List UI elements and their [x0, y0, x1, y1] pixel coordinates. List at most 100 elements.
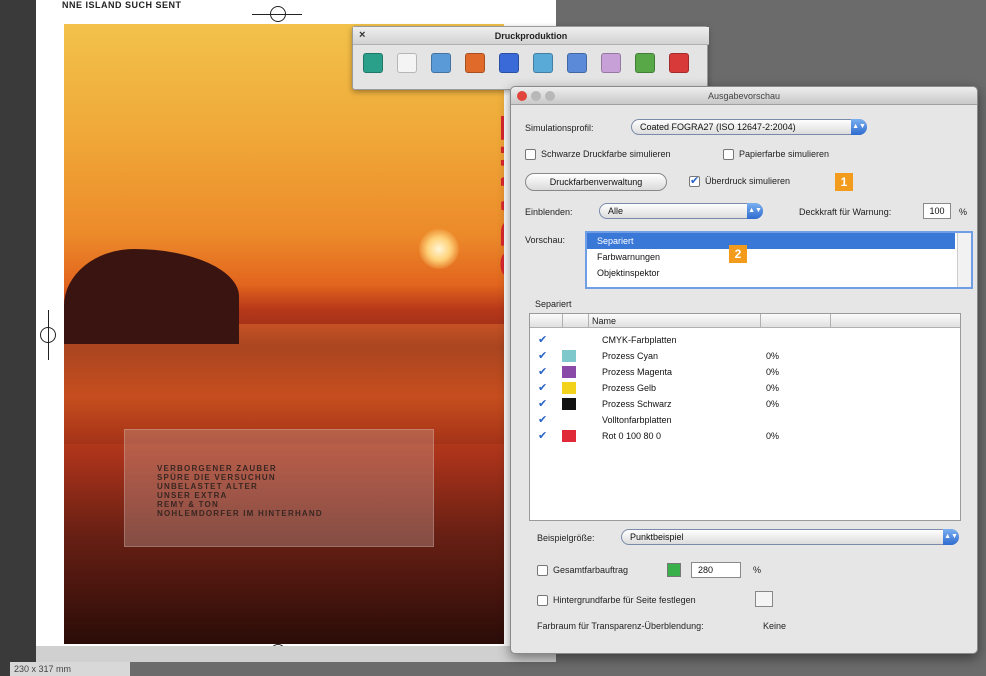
document-size-status: 230 x 317 mm — [10, 662, 130, 676]
simulationsprofil-value: Coated FOGRA27 (ISO 12647-2:2004) — [640, 122, 796, 132]
vorschau-list[interactable]: Separiert Farbwarnungen Objektinspektor — [585, 231, 973, 289]
pdf-icon[interactable] — [669, 53, 689, 73]
text-frame-line: UNBELASTET ALTER — [157, 482, 258, 491]
separation-percent: 0% — [766, 399, 780, 409]
beispielgroesse-value: Punktbeispiel — [630, 532, 684, 542]
vorschau-item-farbwarnungen[interactable]: Farbwarnungen — [587, 249, 955, 265]
close-icon[interactable]: × — [359, 29, 365, 41]
checkmark-icon[interactable]: ✔ — [538, 415, 547, 426]
column-divider — [830, 314, 831, 328]
farbraum-value: Keine — [763, 621, 787, 631]
column-divider — [562, 314, 563, 328]
farbraum-label: Farbraum für Transparenz-Überblendung: — [537, 621, 704, 631]
gesamtfarbauftrag-swatch[interactable] — [667, 563, 681, 577]
color-swatch — [562, 430, 576, 442]
separation-row[interactable]: ✔ Rot 0 100 80 0 0% — [530, 428, 960, 444]
chevron-updown-icon: ▲▼ — [943, 529, 959, 545]
hintergrundfarbe-checkbox[interactable] — [537, 595, 548, 606]
dialog-titlebar: Ausgabevorschau — [511, 87, 977, 105]
deckkraft-label: Deckkraft für Warnung: — [799, 207, 892, 217]
text-frame[interactable]: VERBORGENER ZAUBER SPÜRE DIE VERSUCHUN UNB… — [124, 429, 434, 547]
separation-row[interactable]: ✔ Prozess Schwarz 0% — [530, 396, 960, 412]
edit-pen-icon[interactable] — [601, 53, 621, 73]
vertical-title: SPANIE — [444, 64, 504, 284]
separation-row[interactable]: ✔ Volltonfarbplatten — [530, 412, 960, 428]
name-column-header[interactable]: Name — [592, 314, 616, 328]
left-gutter — [0, 0, 36, 676]
checkmark-icon[interactable]: ✔ — [538, 367, 547, 378]
gesamtfarbauftrag-label: Gesamtfarbauftrag — [553, 565, 629, 575]
schwarze-druckfarbe-label: Schwarze Druckfarbe simulieren — [541, 149, 671, 159]
deckkraft-field[interactable]: 100 — [923, 203, 951, 219]
chevron-updown-icon: ▲▼ — [747, 203, 763, 219]
separation-name: Prozess Magenta — [602, 367, 673, 377]
gesamtfarbauftrag-field[interactable]: 280 — [691, 562, 741, 578]
schwarze-druckfarbe-checkbox[interactable] — [525, 149, 536, 160]
beispielgroesse-select[interactable]: Punktbeispiel ▲▼ — [621, 529, 959, 545]
checkmark-icon[interactable]: ✔ — [538, 399, 547, 410]
hintergrundfarbe-swatch[interactable] — [755, 591, 773, 607]
separation-name: CMYK-Farbplatten — [602, 335, 677, 345]
checkmark-icon[interactable]: ✔ — [538, 431, 547, 442]
callout-badge-2: 2 — [729, 245, 747, 263]
registration-circle-top — [270, 6, 286, 22]
druckfarbenverwaltung-button[interactable]: Druckfarbenverwaltung — [525, 173, 667, 191]
flatten-icon[interactable] — [635, 53, 655, 73]
checkmark-icon[interactable]: ✔ — [538, 335, 547, 346]
separation-row[interactable]: ✔ Prozess Magenta 0% — [530, 364, 960, 380]
color-swatch — [562, 366, 576, 378]
separation-row[interactable]: ✔ CMYK-Farbplatten — [530, 332, 960, 348]
trim-icon[interactable] — [533, 53, 553, 73]
fix-hairlines-icon[interactable] — [567, 53, 587, 73]
registration-circle-left — [40, 327, 56, 343]
text-frame-line: VERBORGENER ZAUBER — [157, 464, 277, 473]
separation-row[interactable]: ✔ Prozess Gelb 0% — [530, 380, 960, 396]
separation-percent: 0% — [766, 367, 780, 377]
separations-header: Name — [530, 314, 960, 328]
gesamtfarbauftrag-checkbox[interactable] — [537, 565, 548, 576]
rock-island — [64, 249, 239, 344]
papierfarbe-checkbox[interactable] — [723, 149, 734, 160]
text-frame-line: SPÜRE DIE VERSUCHUN — [157, 473, 276, 482]
separation-name: Prozess Gelb — [602, 383, 657, 393]
separation-name: Prozess Cyan — [602, 351, 659, 361]
vertical-title-text: SPANIE — [492, 112, 504, 279]
einblenden-value: Alle — [608, 206, 624, 216]
separations-table: Name ✔ CMYK-Farbplatten ✔ Prozess Cyan 0% ✔ Pr… — [529, 313, 961, 521]
column-divider — [760, 314, 761, 328]
simulationsprofil-select[interactable]: Coated FOGRA27 (ISO 12647-2:2004) ▲▼ — [631, 119, 867, 135]
preflight-icon[interactable] — [363, 53, 383, 73]
hintergrundfarbe-label: Hintergrundfarbe für Seite festlegen — [553, 595, 696, 605]
beispielgroesse-label: Beispielgröße: — [537, 533, 595, 543]
document-top-text: NNE ISLAND SUCH SENT — [62, 0, 182, 10]
text-frame-line: UNSER EXTRA — [157, 491, 228, 500]
page-icon[interactable] — [397, 53, 417, 73]
ueberdruck-checkbox[interactable] — [689, 174, 700, 187]
document-artwork[interactable]: SPANIE VERBORGENER ZAUBER SPÜRE DIE VERSU… — [64, 24, 504, 644]
text-frame-line: REMY & TON — [157, 500, 219, 509]
palette-title: Druckproduktion — [353, 27, 709, 45]
color-swatch — [562, 398, 576, 410]
vorschau-item-separiert[interactable]: Separiert — [587, 233, 955, 249]
checkmark-icon[interactable]: ✔ — [538, 351, 547, 362]
gesamtfarbauftrag-value: 280 — [698, 565, 714, 575]
output-preview-icon[interactable] — [465, 53, 485, 73]
druckproduktion-palette[interactable]: Druckproduktion × — [352, 26, 709, 90]
separation-row[interactable]: ✔ Prozess Cyan 0% — [530, 348, 960, 364]
chevron-updown-icon: ▲▼ — [851, 119, 867, 135]
separation-name: Volltonfarbplatten — [602, 415, 672, 425]
ueberdruck-label: Überdruck simulieren — [705, 176, 791, 186]
color-swatch — [562, 382, 576, 394]
einblenden-label: Einblenden: — [525, 207, 573, 217]
magnify-page-icon[interactable] — [431, 53, 451, 73]
ink-icon[interactable] — [499, 53, 519, 73]
color-swatch — [562, 350, 576, 362]
papierfarbe-label: Papierfarbe simulieren — [739, 149, 830, 159]
einblenden-select[interactable]: Alle ▲▼ — [599, 203, 763, 219]
separation-name: Rot 0 100 80 0 — [602, 431, 662, 441]
checkmark-icon[interactable]: ✔ — [538, 383, 547, 394]
vorschau-scrollbar[interactable] — [957, 233, 971, 287]
text-frame-line: NOHLEMDORFER IM HINTERHAND — [157, 509, 323, 518]
callout-badge-1: 1 — [835, 173, 853, 191]
vorschau-item-objektinspektor[interactable]: Objektinspektor — [587, 265, 955, 281]
